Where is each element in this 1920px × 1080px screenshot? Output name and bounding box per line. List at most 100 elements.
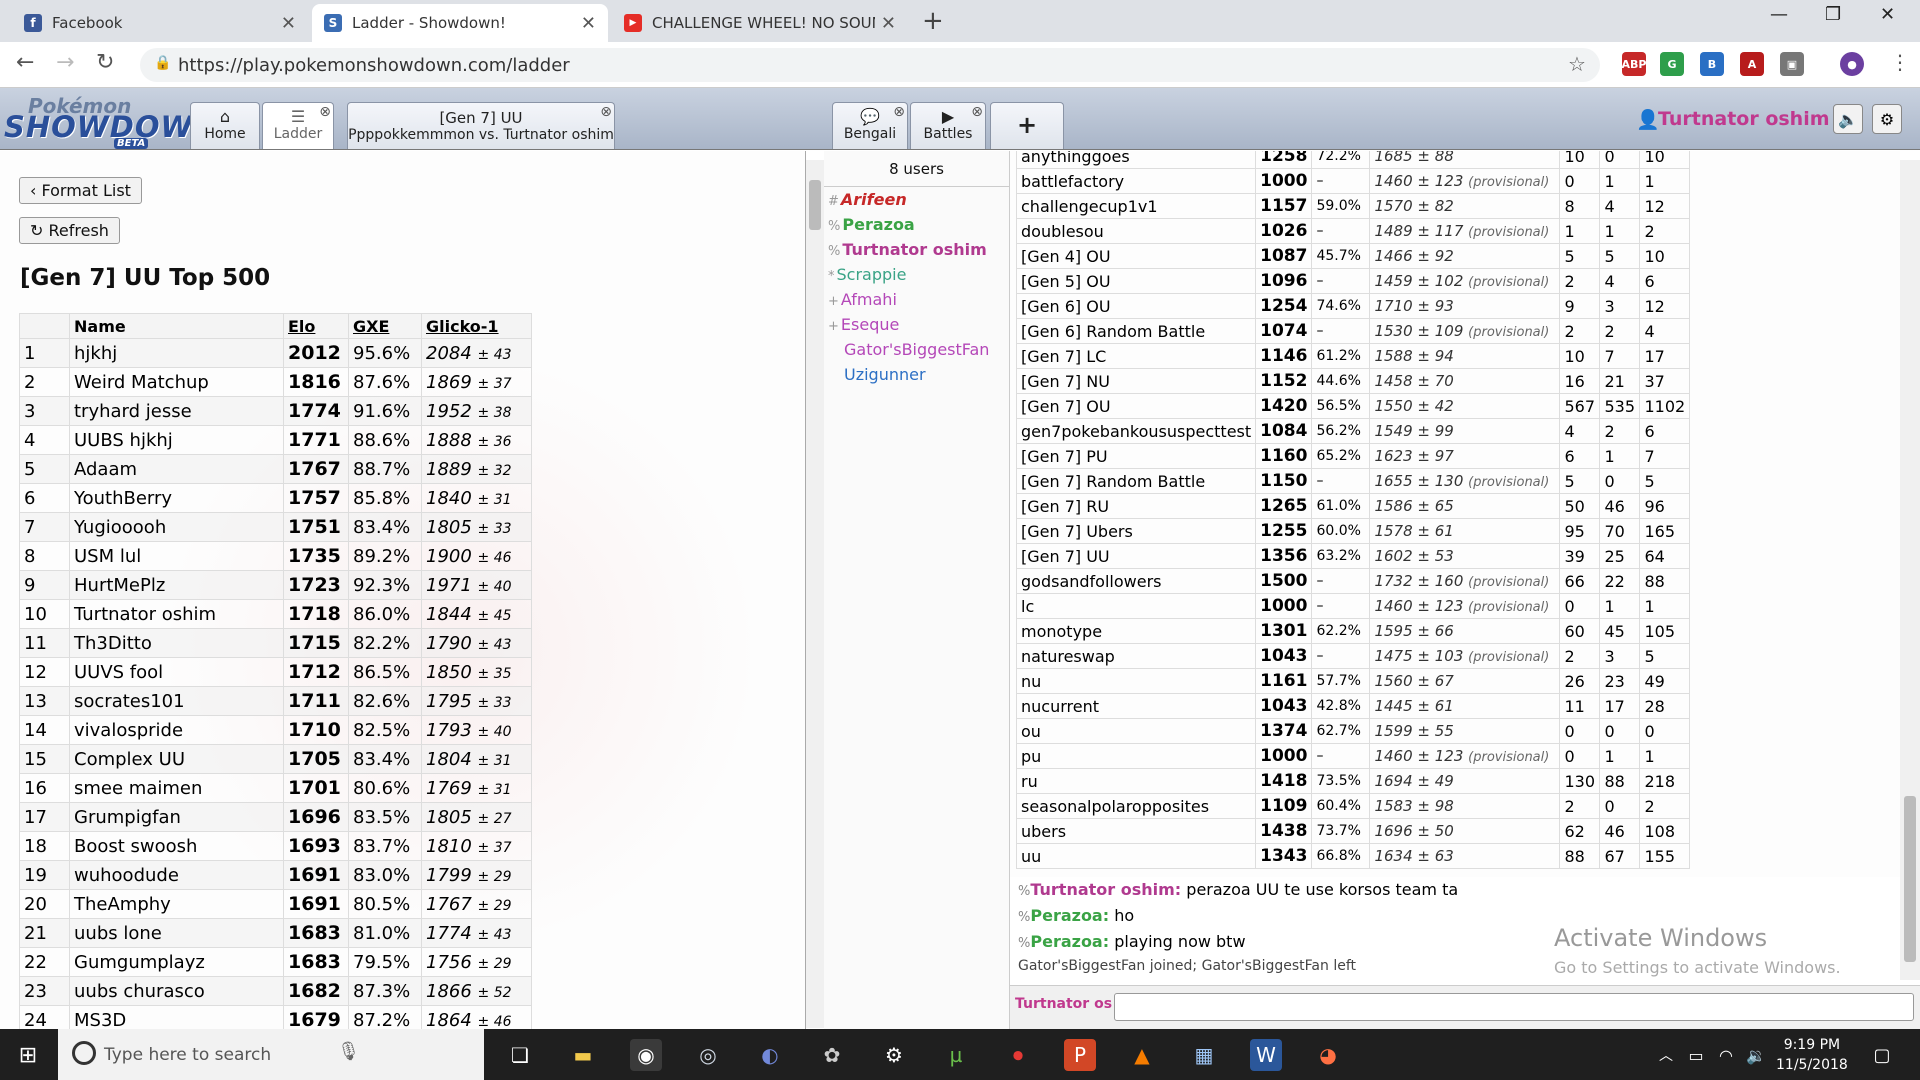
extension-green-icon[interactable]: G [1660, 52, 1684, 76]
url-field[interactable]: 🔒 https://play.pokemonshowdown.com/ladde… [140, 48, 1600, 82]
col-elo[interactable]: Elo [283, 313, 349, 339]
user-list-item[interactable]: + Afmahi [824, 287, 1009, 312]
close-icon[interactable]: ⊗ [319, 104, 331, 120]
chat-username[interactable]: Perazoa: [1030, 932, 1109, 951]
name-cell[interactable]: tryhard jesse [69, 396, 284, 426]
close-icon[interactable]: ✕ [881, 13, 896, 34]
system-clock[interactable]: 9:19 PM 11/5/2018 [1776, 1035, 1848, 1075]
vlc-icon[interactable]: ▲ [1126, 1039, 1158, 1071]
user-list-item[interactable]: + Eseque [824, 312, 1009, 337]
utorrent-icon[interactable]: µ [940, 1039, 972, 1071]
close-icon[interactable]: ✕ [281, 13, 296, 34]
tab-bengali[interactable]: 💬 Bengali ⊗ [832, 102, 908, 149]
tab-battle[interactable]: [Gen 7] UU Ppppokkemmmon vs. Turtnator o… [347, 102, 615, 149]
battery-icon[interactable]: ▭ [1680, 1039, 1712, 1071]
chat-username[interactable]: Perazoa: [1030, 906, 1109, 925]
profile-avatar-icon[interactable]: ● [1840, 52, 1864, 76]
app-window-icon[interactable]: ▦ [1188, 1039, 1220, 1071]
user-list-item[interactable]: Uzigunner [824, 362, 1009, 387]
extension-gray-icon[interactable]: ▣ [1780, 52, 1804, 76]
firefox-icon[interactable]: ◕ [1312, 1039, 1344, 1071]
name-cell[interactable]: Turtnator oshim [69, 599, 284, 629]
name-cell[interactable]: UUVS fool [69, 657, 284, 687]
window-close-icon[interactable]: ✕ [1880, 4, 1895, 25]
wifi-icon[interactable]: ◠ [1710, 1039, 1742, 1071]
name-cell[interactable]: Adaam [69, 454, 284, 484]
pdf-extension-icon[interactable]: A [1740, 52, 1764, 76]
name-cell[interactable]: Weird Matchup [69, 367, 284, 397]
browser-tab-youtube[interactable]: ▶ CHALLENGE WHEEL! NO SOUND ✕ [612, 4, 908, 42]
showdown-logo[interactable]: Pokémon SHOWDOWN BETA [4, 94, 218, 149]
user-list-item[interactable]: % Turtnator oshim [824, 237, 1009, 262]
new-tab-button[interactable]: + [922, 6, 944, 36]
chat-username[interactable]: Turtnator oshim: [1030, 880, 1181, 899]
name-cell[interactable]: YouthBerry [69, 483, 284, 513]
tab-home[interactable]: ⌂ Home [190, 102, 260, 149]
close-icon[interactable]: ⊗ [600, 104, 612, 120]
tab-ladder[interactable]: ☰ Ladder ⊗ [262, 102, 334, 149]
chrome-icon[interactable]: ◉ [630, 1039, 662, 1071]
task-view-icon[interactable]: ❏ [504, 1039, 536, 1071]
chat-input[interactable] [1114, 993, 1914, 1021]
minimize-icon[interactable]: — [1770, 4, 1788, 25]
name-cell[interactable]: socrates101 [69, 686, 284, 716]
name-cell[interactable]: MS3D [69, 1005, 284, 1029]
close-icon[interactable]: ⊗ [971, 104, 983, 120]
name-cell[interactable]: Grumpigfan [69, 802, 284, 832]
sound-icon[interactable]: 🔈 [1833, 104, 1863, 134]
refresh-button[interactable]: ↻ Refresh [19, 217, 120, 244]
forward-icon[interactable]: → [56, 50, 74, 75]
settings-icon[interactable]: ⚙ [878, 1039, 910, 1071]
user-list-item[interactable]: % Perazoa [824, 212, 1009, 237]
microphone-icon[interactable]: 🎙 [337, 1041, 360, 1062]
browser-tab-ladder[interactable]: S Ladder - Showdown! ✕ [312, 4, 608, 42]
chevron-up-icon[interactable]: ︿ [1650, 1039, 1682, 1071]
maximize-icon[interactable]: ❐ [1825, 4, 1841, 25]
user-list-item[interactable]: Gator'sBiggestFan [824, 337, 1009, 362]
col-gxe[interactable]: GXE [348, 313, 422, 339]
name-cell[interactable]: uubs churasco [69, 976, 284, 1006]
word-icon[interactable]: W [1250, 1039, 1282, 1071]
ladder-scrollbar[interactable] [806, 160, 824, 1028]
user-list-item[interactable]: * Scrappie [824, 262, 1009, 287]
format-list-button[interactable]: ‹ Format List [19, 177, 142, 204]
name-cell[interactable]: smee maimen [69, 773, 284, 803]
taskbar-search[interactable]: Type here to search 🎙 [58, 1029, 484, 1080]
browser-tab-facebook[interactable]: f Facebook ✕ [12, 4, 308, 42]
steam-icon[interactable]: ◎ [692, 1039, 724, 1071]
name-cell[interactable]: Yugiooooh [69, 512, 284, 542]
close-icon[interactable]: ⊗ [893, 104, 905, 120]
powerpoint-icon[interactable]: P [1064, 1039, 1096, 1071]
windows-start-icon[interactable]: ⊞ [12, 1039, 44, 1071]
app-icon[interactable]: ✿ [816, 1039, 848, 1071]
name-cell[interactable]: vivalospride [69, 715, 284, 745]
back-icon[interactable]: ← [16, 50, 34, 75]
name-cell[interactable]: Th3Ditto [69, 628, 284, 658]
col-glicko[interactable]: Glicko-1 [421, 313, 532, 339]
user-list-item[interactable]: # Arifeen [824, 187, 1009, 212]
name-cell[interactable]: HurtMePlz [69, 570, 284, 600]
extension-blue-icon[interactable]: B [1700, 52, 1724, 76]
adblock-extension-icon[interactable]: ABP [1622, 52, 1646, 76]
scrollbar-thumb[interactable] [1904, 796, 1916, 962]
discord-icon[interactable]: ◐ [754, 1039, 786, 1071]
scrollbar-thumb[interactable] [809, 180, 821, 230]
name-cell[interactable]: hjkhj [69, 338, 284, 368]
volume-icon[interactable]: 🔉 [1740, 1039, 1772, 1071]
name-cell[interactable]: Boost swoosh [69, 831, 284, 861]
reload-icon[interactable]: ↻ [96, 50, 114, 75]
name-cell[interactable]: TheAmphy [69, 889, 284, 919]
file-explorer-icon[interactable]: ▬ [567, 1039, 599, 1071]
browser-menu-icon[interactable]: ⋮ [1890, 50, 1910, 74]
close-icon[interactable]: ✕ [581, 13, 596, 34]
name-cell[interactable]: uubs lone [69, 918, 284, 948]
gear-icon[interactable]: ⚙ [1872, 104, 1902, 134]
record-icon[interactable]: ⏺ [1002, 1039, 1034, 1071]
name-cell[interactable]: wuhoodude [69, 860, 284, 890]
room-scrollbar[interactable] [1900, 160, 1920, 980]
tab-battles[interactable]: ▶ Battles ⊗ [910, 102, 986, 149]
notifications-icon[interactable]: ▢ [1866, 1039, 1898, 1071]
username[interactable]: Turtnator oshim [1658, 108, 1830, 130]
bookmark-star-icon[interactable]: ☆ [1568, 52, 1586, 76]
name-cell[interactable]: UUBS hjkhj [69, 425, 284, 455]
